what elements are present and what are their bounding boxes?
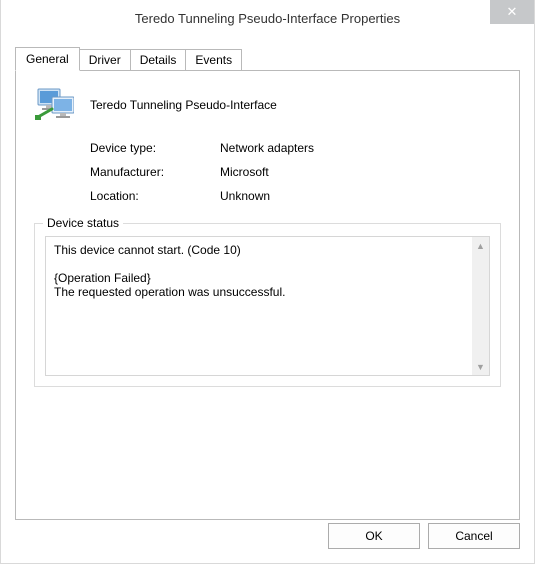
manufacturer-label: Manufacturer: (90, 165, 220, 179)
info-row-location: Location: Unknown (90, 189, 501, 203)
device-header: Teredo Tunneling Pseudo-Interface (34, 87, 501, 123)
device-status-box: This device cannot start. (Code 10) {Ope… (45, 236, 490, 376)
scroll-up-icon[interactable]: ▲ (472, 237, 489, 254)
tab-details[interactable]: Details (130, 49, 187, 71)
close-button[interactable]: ✕ (490, 0, 534, 24)
tab-label: Driver (89, 53, 121, 67)
manufacturer-value: Microsoft (220, 165, 269, 179)
close-icon: ✕ (507, 4, 518, 20)
location-label: Location: (90, 189, 220, 203)
window-title: Teredo Tunneling Pseudo-Interface Proper… (135, 11, 400, 26)
device-type-value: Network adapters (220, 141, 314, 155)
tab-driver[interactable]: Driver (79, 49, 131, 71)
device-info: Device type: Network adapters Manufactur… (90, 141, 501, 203)
device-status-text[interactable]: This device cannot start. (Code 10) {Ope… (46, 237, 472, 375)
tab-strip: General Driver Details Events (15, 47, 520, 71)
properties-dialog: Teredo Tunneling Pseudo-Interface Proper… (0, 0, 535, 564)
device-status-group: Device status This device cannot start. … (34, 223, 501, 387)
device-name: Teredo Tunneling Pseudo-Interface (90, 98, 277, 112)
tab-label: Details (140, 53, 177, 67)
ok-button[interactable]: OK (328, 523, 420, 549)
dialog-buttons: OK Cancel (328, 523, 520, 549)
tab-panel-general: Teredo Tunneling Pseudo-Interface Device… (15, 70, 520, 520)
device-status-legend: Device status (43, 216, 123, 230)
tab-label: Events (195, 53, 232, 67)
scroll-down-icon[interactable]: ▼ (472, 358, 489, 375)
cancel-button[interactable]: Cancel (428, 523, 520, 549)
info-row-manufacturer: Manufacturer: Microsoft (90, 165, 501, 179)
tab-events[interactable]: Events (185, 49, 242, 71)
device-type-label: Device type: (90, 141, 220, 155)
tab-label: General (26, 52, 69, 66)
info-row-type: Device type: Network adapters (90, 141, 501, 155)
location-value: Unknown (220, 189, 270, 203)
status-scrollbar[interactable]: ▲ ▼ (472, 237, 489, 375)
titlebar: Teredo Tunneling Pseudo-Interface Proper… (1, 0, 534, 36)
content-area: General Driver Details Events (1, 36, 534, 520)
network-adapter-icon (34, 87, 74, 123)
tab-general[interactable]: General (15, 47, 80, 71)
